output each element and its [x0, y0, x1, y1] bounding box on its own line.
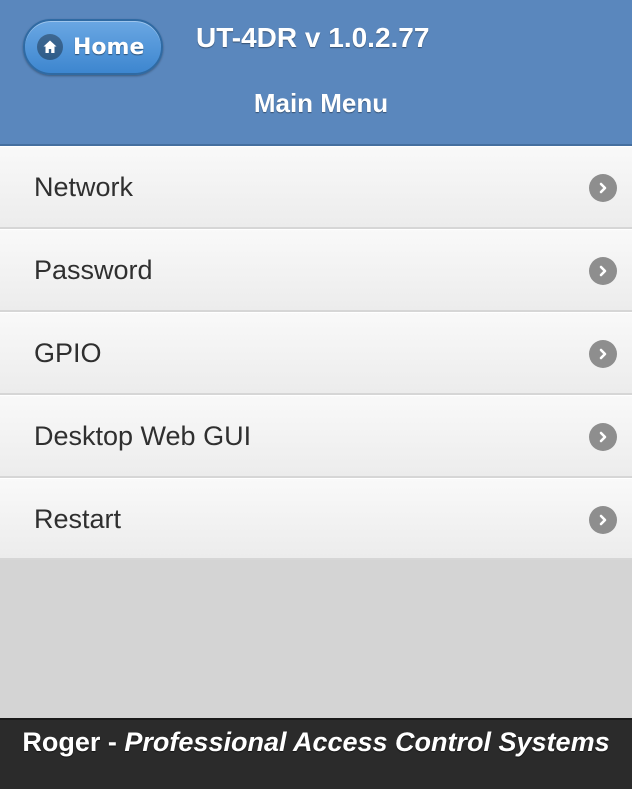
header-bar: Home UT-4DR v 1.0.2.77 Main Menu	[0, 0, 632, 146]
menu-item-label: Password	[34, 255, 153, 285]
menu-item-network[interactable]: Network	[0, 146, 632, 229]
menu-item-gpio[interactable]: GPIO	[0, 312, 632, 395]
menu-item-label: Network	[34, 172, 134, 202]
chevron-right-icon	[589, 340, 617, 368]
chevron-right-icon	[589, 423, 617, 451]
footer-tagline: Professional Access Control Systems	[124, 727, 610, 757]
page-title: UT-4DR v 1.0.2.77	[196, 22, 430, 53]
menu-item-restart[interactable]: Restart	[0, 478, 632, 560]
chevron-right-icon	[589, 257, 617, 285]
chevron-right-icon	[589, 506, 617, 534]
home-button[interactable]: Home	[23, 19, 163, 75]
footer-brand: Roger -	[22, 727, 125, 757]
main-menu-list: Network Password GPIO Desktop Web GUI Re…	[0, 146, 632, 560]
footer-bar: Roger - Professional Access Control Syst…	[0, 718, 632, 789]
home-button-label: Home	[73, 34, 145, 60]
page-subtitle: Main Menu	[253, 88, 389, 118]
menu-item-password[interactable]: Password	[0, 229, 632, 312]
home-icon	[37, 34, 63, 60]
chevron-right-icon	[589, 174, 617, 202]
menu-item-label: GPIO	[34, 338, 102, 368]
app-page: Home UT-4DR v 1.0.2.77 Main Menu Network…	[0, 0, 632, 789]
menu-item-desktop-web-gui[interactable]: Desktop Web GUI	[0, 395, 632, 478]
menu-item-label: Desktop Web GUI	[34, 421, 252, 451]
menu-item-label: Restart	[34, 504, 122, 534]
